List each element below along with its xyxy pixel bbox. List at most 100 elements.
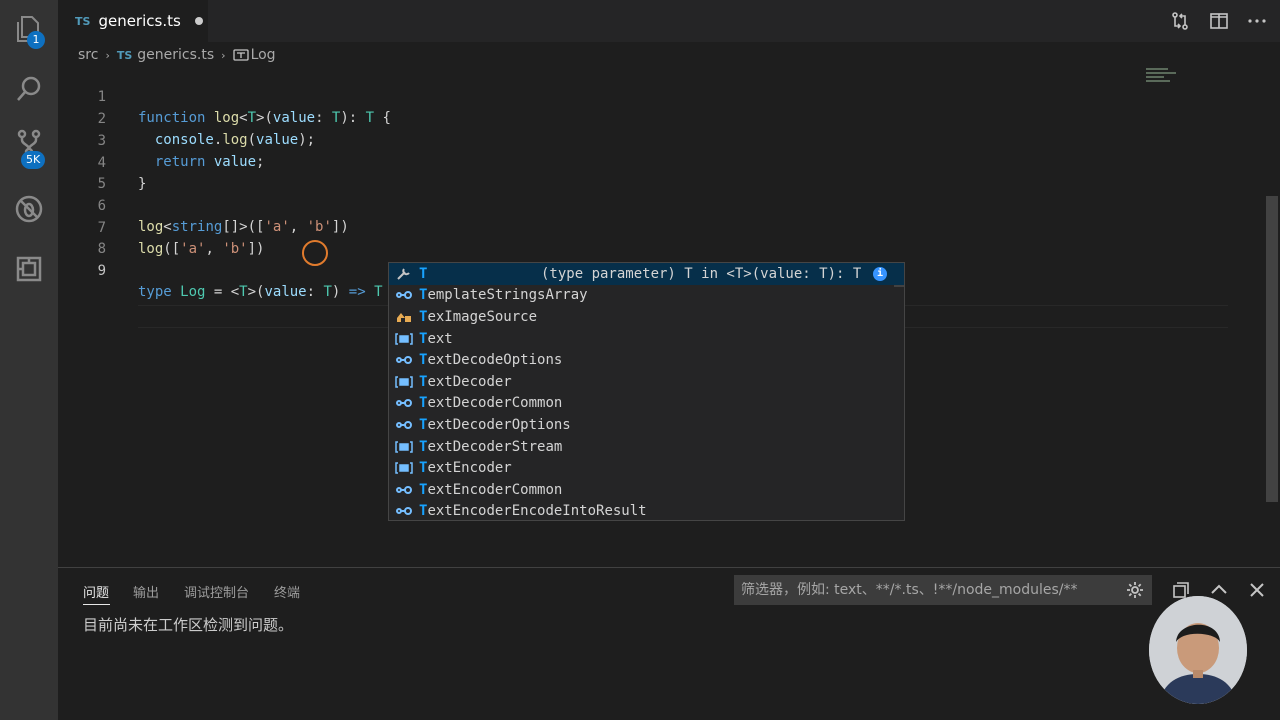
tab-output[interactable]: 输出 (133, 582, 159, 601)
explorer-badge: 1 (27, 31, 45, 49)
active-tab-underline (83, 604, 110, 605)
suggestion-label: TextEncoderEncodeIntoResult (419, 503, 647, 519)
suggestion-label: Text (419, 331, 453, 347)
suggestion-match: T (419, 265, 428, 282)
tab-debug-console[interactable]: 调试控制台 (184, 582, 249, 601)
suggestion-label: TextDecoder (419, 374, 512, 390)
interface-icon (389, 396, 419, 410)
tab-bar: TS generics.ts (58, 0, 1280, 42)
suggestion-label: TextDecodeOptions (419, 352, 562, 368)
suggestion-label: TemplateStringsArray (419, 287, 588, 303)
code-line: 7 log(['a', 'b']) (58, 197, 1264, 257)
suggestion-item[interactable]: T (type parameter) T in <T>(value: T): T i (389, 263, 904, 285)
code-text: type Log = <T>(value: T) => T (138, 284, 383, 300)
click-indicator (302, 240, 328, 266)
compare-changes-icon[interactable] (1169, 10, 1191, 32)
suggestion-label: TextDecoderCommon (419, 395, 562, 411)
suggestion-item[interactable]: TexImageSource (389, 306, 904, 328)
line-number: 9 (97, 263, 106, 279)
suggestion-label: T (419, 266, 427, 282)
breadcrumb: src › TS generics.ts › Log (78, 45, 276, 65)
suggestion-rest: extDecoderStream (427, 438, 563, 455)
suggestion-rest: extDecoder (427, 373, 512, 390)
breadcrumb-symbol[interactable]: Log (232, 47, 276, 63)
tab-terminal[interactable]: 终端 (274, 582, 300, 601)
code-line: 4 } (58, 132, 1264, 192)
breadcrumb-symbol-label: Log (250, 47, 276, 63)
code-line: 1 function log<T>(value: T): T { (58, 66, 1264, 126)
suggest-widget[interactable]: T (type parameter) T in <T>(value: T): T i… (388, 262, 905, 521)
suggestion-item[interactable]: Text (389, 328, 904, 350)
presenter-webcam (1149, 596, 1247, 704)
suggestion-label: TextDecoderStream (419, 439, 562, 455)
debug-icon[interactable] (10, 190, 48, 228)
split-editor-icon[interactable] (1208, 10, 1230, 32)
minimap[interactable] (1146, 68, 1178, 86)
variable-icon (389, 440, 419, 454)
suggestion-item[interactable]: TextDecodeOptions (389, 349, 904, 371)
no-problems-message: 目前尚未在工作区检测到问题。 (83, 616, 294, 634)
type-alias-icon (232, 49, 249, 61)
interface-icon (389, 483, 419, 497)
code-line: 6 log<string[]>(['a', 'b']) (58, 175, 1264, 235)
problems-filter[interactable] (734, 575, 1152, 605)
suggestion-label: TextEncoderCommon (419, 482, 562, 498)
interface-icon (389, 288, 419, 302)
tab-problems[interactable]: 问题 (83, 582, 109, 601)
suggestion-item[interactable]: TextEncoderCommon (389, 479, 904, 501)
extensions-icon[interactable] (10, 250, 48, 288)
filter-settings-icon[interactable] (1124, 579, 1146, 601)
breadcrumb-file[interactable]: generics.ts (137, 47, 214, 63)
suggestion-item[interactable]: TextDecoderOptions (389, 414, 904, 436)
suggestion-item[interactable]: TextDecoder (389, 371, 904, 393)
type-parameter-icon (389, 267, 419, 281)
breadcrumb-folder[interactable]: src (78, 47, 98, 63)
suggestion-item[interactable]: TextDecoderCommon (389, 393, 904, 415)
info-icon[interactable]: i (873, 266, 887, 281)
suggestion-label: TexImageSource (419, 309, 537, 325)
suggestion-rest: extDecodeOptions (427, 352, 563, 369)
suggestion-rest: extEncoderEncodeIntoResult (427, 503, 647, 520)
suggestion-label: TextEncoder (419, 460, 512, 476)
ts-file-icon: TS (116, 48, 133, 62)
suggestion-label: TextDecoderOptions (419, 417, 571, 433)
bottom-panel: 问题 输出 调试控制台 终端 目前尚未在工作区检测到问题。 (58, 567, 1280, 720)
suggestion-rest: ext (427, 330, 453, 347)
source-control-badge: 5K (21, 151, 46, 169)
suggestion-item[interactable]: TextEncoder (389, 457, 904, 479)
variable-icon (389, 375, 419, 389)
suggestion-rest: exImageSource (427, 308, 538, 325)
more-actions-icon[interactable] (1246, 10, 1268, 32)
variable-icon (389, 332, 419, 346)
filter-input[interactable] (741, 582, 1111, 598)
code-line: 2 console.log(value); (58, 88, 1264, 148)
tab-generics-ts[interactable]: TS generics.ts (58, 0, 208, 42)
variable-icon (389, 461, 419, 475)
chevron-right-icon: › (221, 48, 226, 62)
interface-icon (389, 353, 419, 367)
scrollbar-thumb[interactable] (1266, 196, 1278, 502)
type-alias-icon (389, 310, 419, 324)
activity-bar: 1 5K (0, 0, 58, 720)
unsaved-dot-icon[interactable] (194, 17, 203, 25)
interface-icon (389, 504, 419, 518)
suggestion-rest: extEncoder (427, 460, 512, 477)
suggestion-item[interactable]: TemplateStringsArray (389, 285, 904, 307)
suggestion-rest: extDecoderCommon (427, 395, 563, 412)
editor-scrollbar[interactable] (1264, 66, 1280, 566)
suggestion-detail: (type parameter) T in <T>(value: T): T (541, 265, 862, 282)
interface-icon (389, 418, 419, 432)
code-line: 8 (58, 218, 1264, 257)
code-line: 3 return value; (58, 110, 1264, 170)
ts-file-icon: TS (75, 14, 91, 28)
suggestion-rest: extDecoderOptions (427, 416, 571, 433)
suggestion-item[interactable]: TextEncoderEncodeIntoResult (389, 501, 904, 523)
tab-label: generics.ts (98, 12, 181, 30)
suggestion-rest: emplateStringsArray (427, 287, 588, 304)
search-icon[interactable] (10, 70, 48, 108)
code-line-active: 9 type Log = <T>(value: T) => T (58, 240, 1264, 300)
close-panel-icon[interactable] (1246, 579, 1268, 601)
suggestion-item[interactable]: TextDecoderStream (389, 436, 904, 458)
chevron-right-icon: › (105, 48, 110, 62)
code-line: 5 (58, 153, 1264, 192)
